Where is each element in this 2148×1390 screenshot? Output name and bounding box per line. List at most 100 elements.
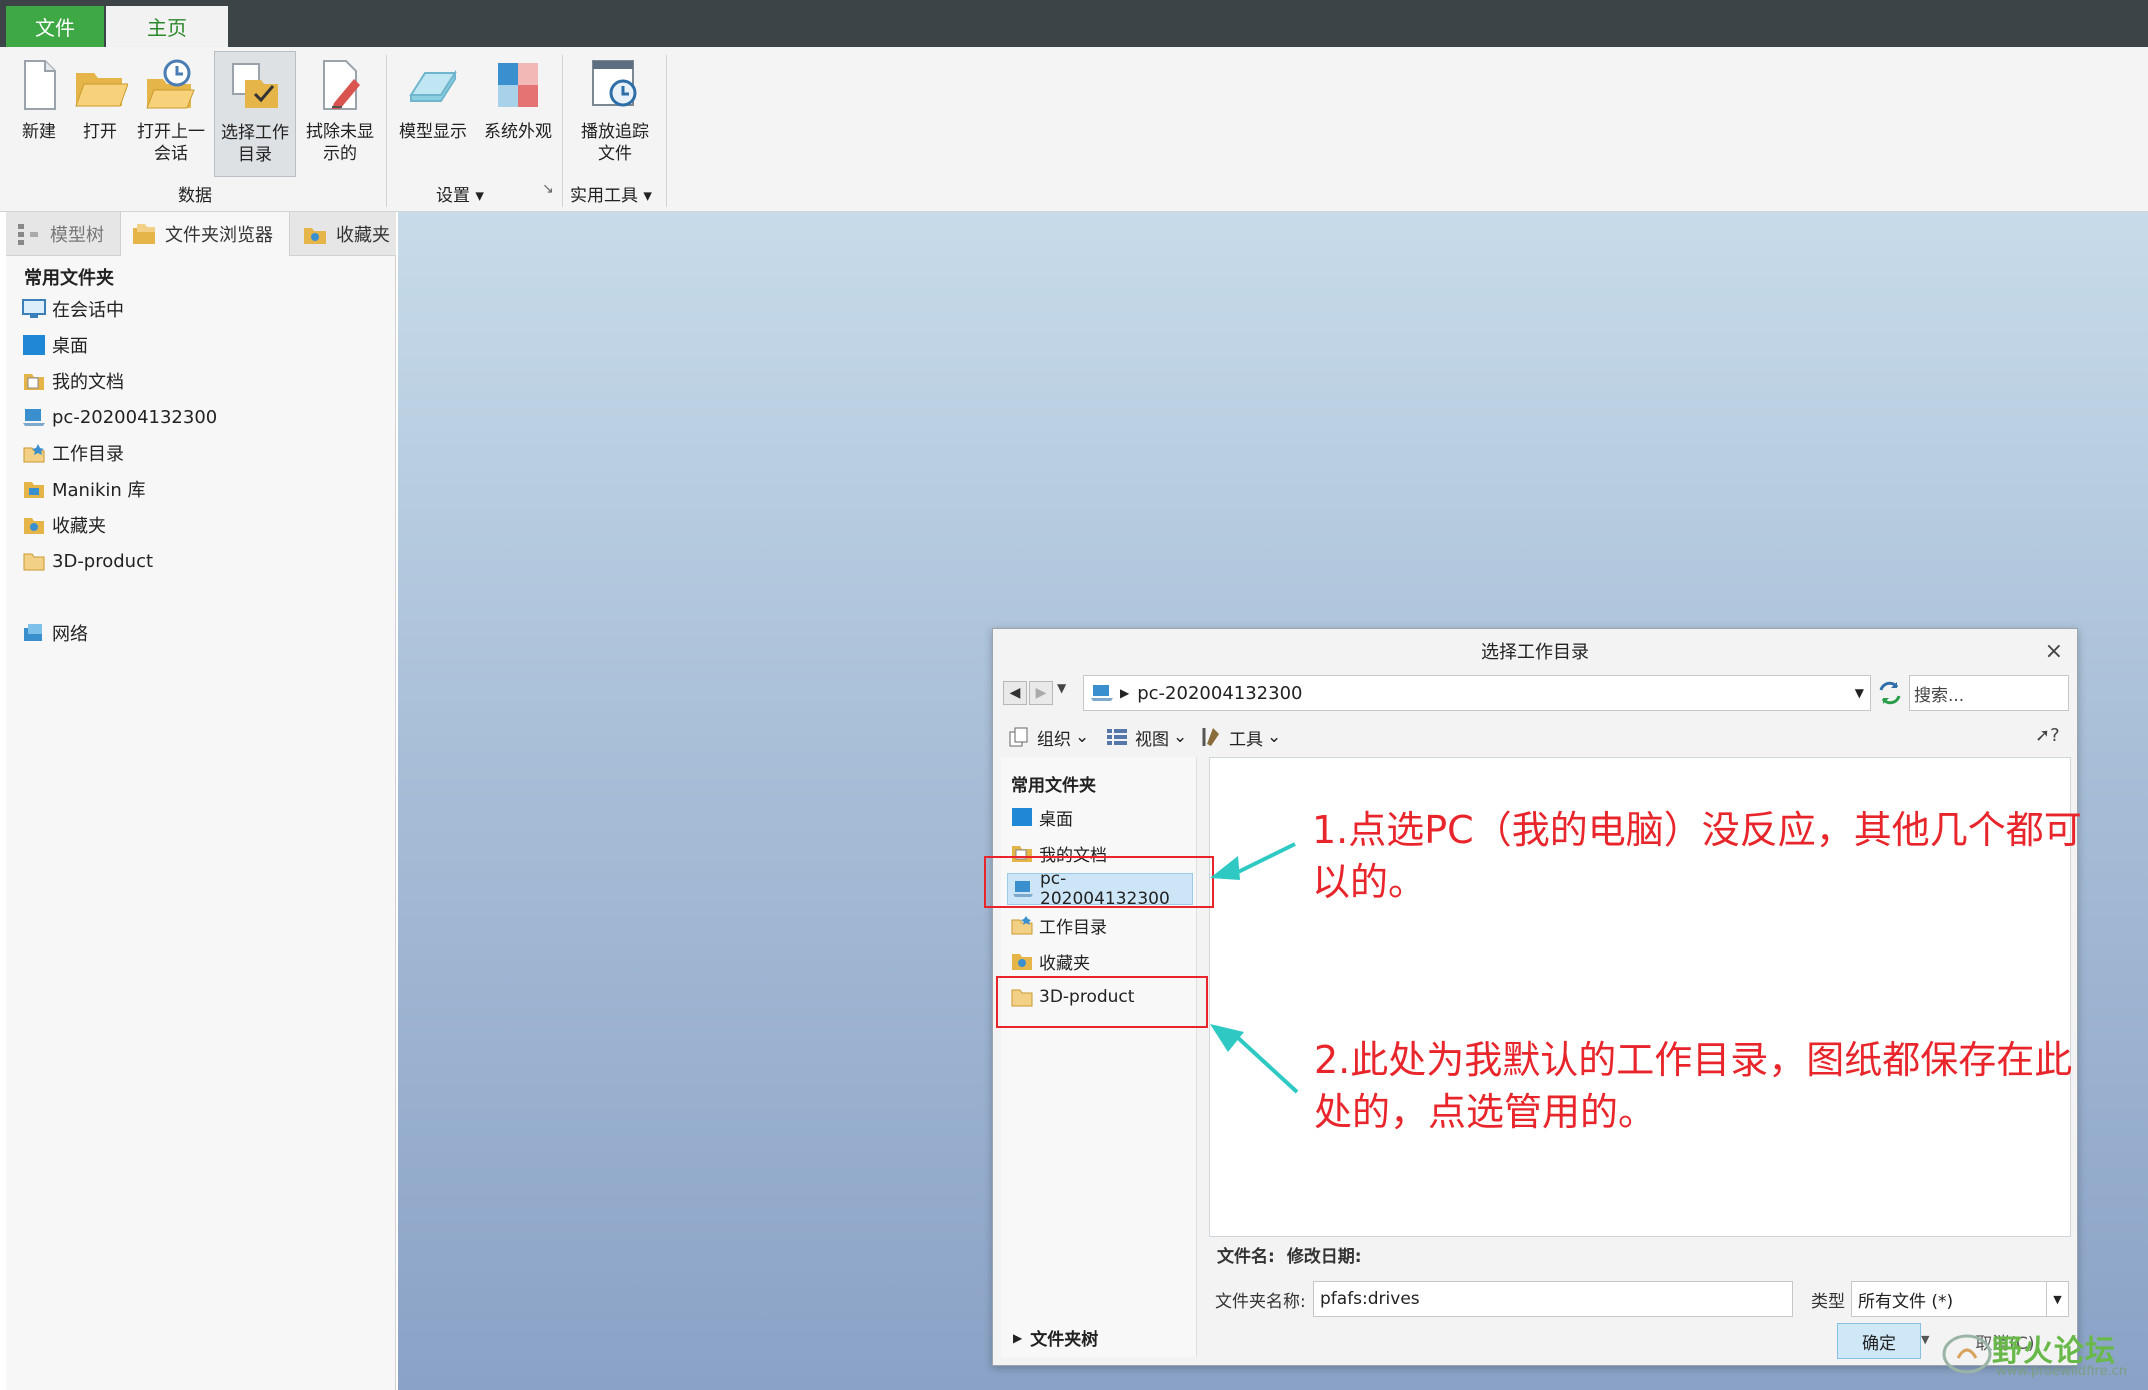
nav-item-network[interactable]: 网络 [22, 618, 88, 648]
annotation-note-2: 2.此处为我默认的工作目录，图纸都保存在此 处的，点选管用的。 [1314, 1034, 2072, 1138]
watermark-url: www.proewildfire.cn [1996, 1364, 2127, 1379]
dialog-item-favorites[interactable]: 收藏夹 [1007, 945, 1090, 977]
ok-button[interactable]: 确定 [1837, 1323, 1921, 1359]
column-modified[interactable]: 修改日期: [1287, 1242, 1362, 1267]
dialog-item-label: 收藏夹 [1039, 953, 1090, 974]
highlight-box-3d-product [996, 976, 1208, 1028]
dialog-item-desktop[interactable]: 桌面 [1007, 801, 1073, 833]
type-select[interactable]: 所有文件 (*) ▼ [1851, 1281, 2069, 1317]
nav-item-computer[interactable]: pc-202004132300 [22, 402, 217, 432]
arrow-head-1 [1210, 856, 1240, 880]
model-tree-icon [16, 222, 42, 246]
new-button[interactable]: 新建 [10, 55, 68, 175]
tools-icon [1199, 726, 1223, 748]
organize-label: 组织 [1037, 729, 1071, 750]
nav-item-label: 工作目录 [52, 444, 124, 465]
chevron-down-icon[interactable]: ▼ [1921, 1333, 1929, 1346]
model-display-label: 模型显示 [399, 122, 467, 142]
folder-browser-icon [131, 222, 157, 246]
working-directory-icon [1011, 915, 1033, 935]
arrow-line-2 [1234, 1034, 1299, 1094]
help-cursor-icon[interactable]: ➚? [2035, 725, 2060, 746]
nav-item-manikin-library[interactable]: Manikin 库 [22, 474, 146, 504]
note-1-line-2: 以的。 [1312, 860, 1427, 904]
watermark: 野火论坛 www.proewildfire.cn [1940, 1322, 2140, 1384]
model-tree-label: 模型树 [50, 225, 104, 246]
favorites-icon [302, 222, 328, 246]
nav-item-my-documents[interactable]: 我的文档 [22, 366, 124, 396]
chevron-right-icon: ▶ [1013, 1330, 1023, 1345]
documents-icon [22, 370, 46, 392]
play-trail-label-1: 播放追踪 [581, 122, 649, 142]
organize-menu[interactable]: 组织 ⌄ [1007, 721, 1089, 753]
play-trail-label-2: 文件 [598, 144, 632, 164]
system-appearance-label: 系统外观 [484, 122, 552, 142]
tab-file[interactable]: 文件 [6, 6, 104, 47]
favorites-icon [1011, 951, 1033, 971]
erase-not-displayed-button[interactable]: 拭除未显 示的 [300, 55, 380, 175]
group-settings-label[interactable]: 设置 ▾ [436, 181, 484, 206]
history-dropdown-icon[interactable]: ▼ [1057, 681, 1066, 695]
folder-tree-toggle[interactable]: ▶ 文件夹树 [1013, 1325, 1098, 1350]
open-label: 打开 [83, 122, 117, 142]
favorites-icon [22, 514, 46, 536]
tools-menu[interactable]: 工具 ⌄ [1199, 721, 1281, 753]
dialog-common-folders: 常用文件夹 桌面 我的文档 pc-202004132300 工作目录 收藏夹 3… [1001, 757, 1197, 1357]
nav-item-in-session[interactable]: 在会话中 [22, 294, 124, 324]
group-utilities-label[interactable]: 实用工具 ▾ [570, 181, 652, 206]
tools-label: 工具 [1229, 729, 1263, 750]
open-folder-icon [72, 57, 129, 113]
organize-icon [1007, 726, 1031, 748]
refresh-icon[interactable] [1875, 677, 1905, 709]
library-icon [22, 478, 46, 500]
group-separator [386, 55, 387, 207]
dialog-item-working-directory[interactable]: 工作目录 [1007, 909, 1107, 941]
dialog-launcher-icon[interactable]: ↘ [542, 181, 554, 197]
arrow-head-2 [1210, 1024, 1244, 1052]
chevron-down-icon[interactable]: ▼ [2046, 1282, 2068, 1316]
forward-icon[interactable]: ▶ [1029, 681, 1053, 705]
views-menu[interactable]: 视图 ⌄ [1105, 721, 1187, 753]
chevron-down-icon[interactable]: ▼ [1855, 686, 1864, 700]
search-input[interactable]: 搜索... [1909, 675, 2069, 711]
play-trail-file-button[interactable]: 播放追踪 文件 [572, 55, 658, 175]
path-field[interactable]: ▶ pc-202004132300 ▼ [1083, 675, 1871, 711]
system-appearance-button[interactable]: 系统外观 [478, 55, 558, 175]
system-appearance-icon [490, 57, 546, 113]
play-trail-icon [587, 57, 643, 113]
tab-favorites[interactable]: 收藏夹 [292, 212, 396, 256]
nav-item-3d-product[interactable]: 3D-product [22, 546, 153, 576]
tab-home[interactable]: 主页 [106, 6, 228, 47]
highlight-box-computer [984, 856, 1214, 908]
model-display-button[interactable]: 模型显示 [394, 55, 472, 175]
nav-item-favorites[interactable]: 收藏夹 [22, 510, 106, 540]
nav-item-working-directory[interactable]: 工作目录 [22, 438, 124, 468]
new-label: 新建 [22, 122, 56, 142]
open-button[interactable]: 打开 [70, 55, 130, 175]
ribbon: 新建 打开 打开上一 会话 选择工作 目录 拭除未显 示的 数据 模型显示 系统… [0, 47, 2148, 212]
network-icon [22, 622, 46, 644]
nav-item-label: 我的文档 [52, 372, 124, 393]
back-icon[interactable]: ◀ [1003, 681, 1027, 705]
annotation-arrows [1210, 842, 1299, 1094]
erase-label-2: 示的 [323, 144, 357, 164]
working-directory-icon [22, 442, 46, 464]
select-wd-label-1: 选择工作 [221, 123, 289, 143]
tab-folder-browser[interactable]: 文件夹浏览器 [120, 212, 290, 256]
annotation-note-1: 1.点选PC（我的电脑）没反应，其他几个都可 以的。 [1312, 804, 2082, 908]
folder-name-input[interactable]: pfafs:drives [1313, 1281, 1793, 1317]
tab-model-tree[interactable]: 模型树 [6, 212, 118, 256]
select-working-directory-button[interactable]: 选择工作 目录 [214, 51, 296, 177]
nav-item-desktop[interactable]: 桌面 [22, 330, 88, 360]
select-wd-label-2: 目录 [238, 145, 272, 165]
navigator-panel: 模型树 文件夹浏览器 收藏夹 常用文件夹 在会话中 桌面 我的文档 pc-202… [6, 212, 396, 1390]
close-icon[interactable]: × [2045, 639, 2063, 664]
navigator-tabs: 模型树 文件夹浏览器 收藏夹 [6, 212, 396, 256]
computer-icon [1090, 683, 1114, 703]
column-filename[interactable]: 文件名: [1217, 1242, 1275, 1267]
open-last-label-1: 打开上一 [137, 122, 205, 142]
open-last-session-button[interactable]: 打开上一 会话 [134, 55, 208, 175]
nav-item-label: 3D-product [52, 550, 154, 572]
help-mark: ? [2050, 725, 2060, 746]
open-session-icon [143, 57, 199, 113]
